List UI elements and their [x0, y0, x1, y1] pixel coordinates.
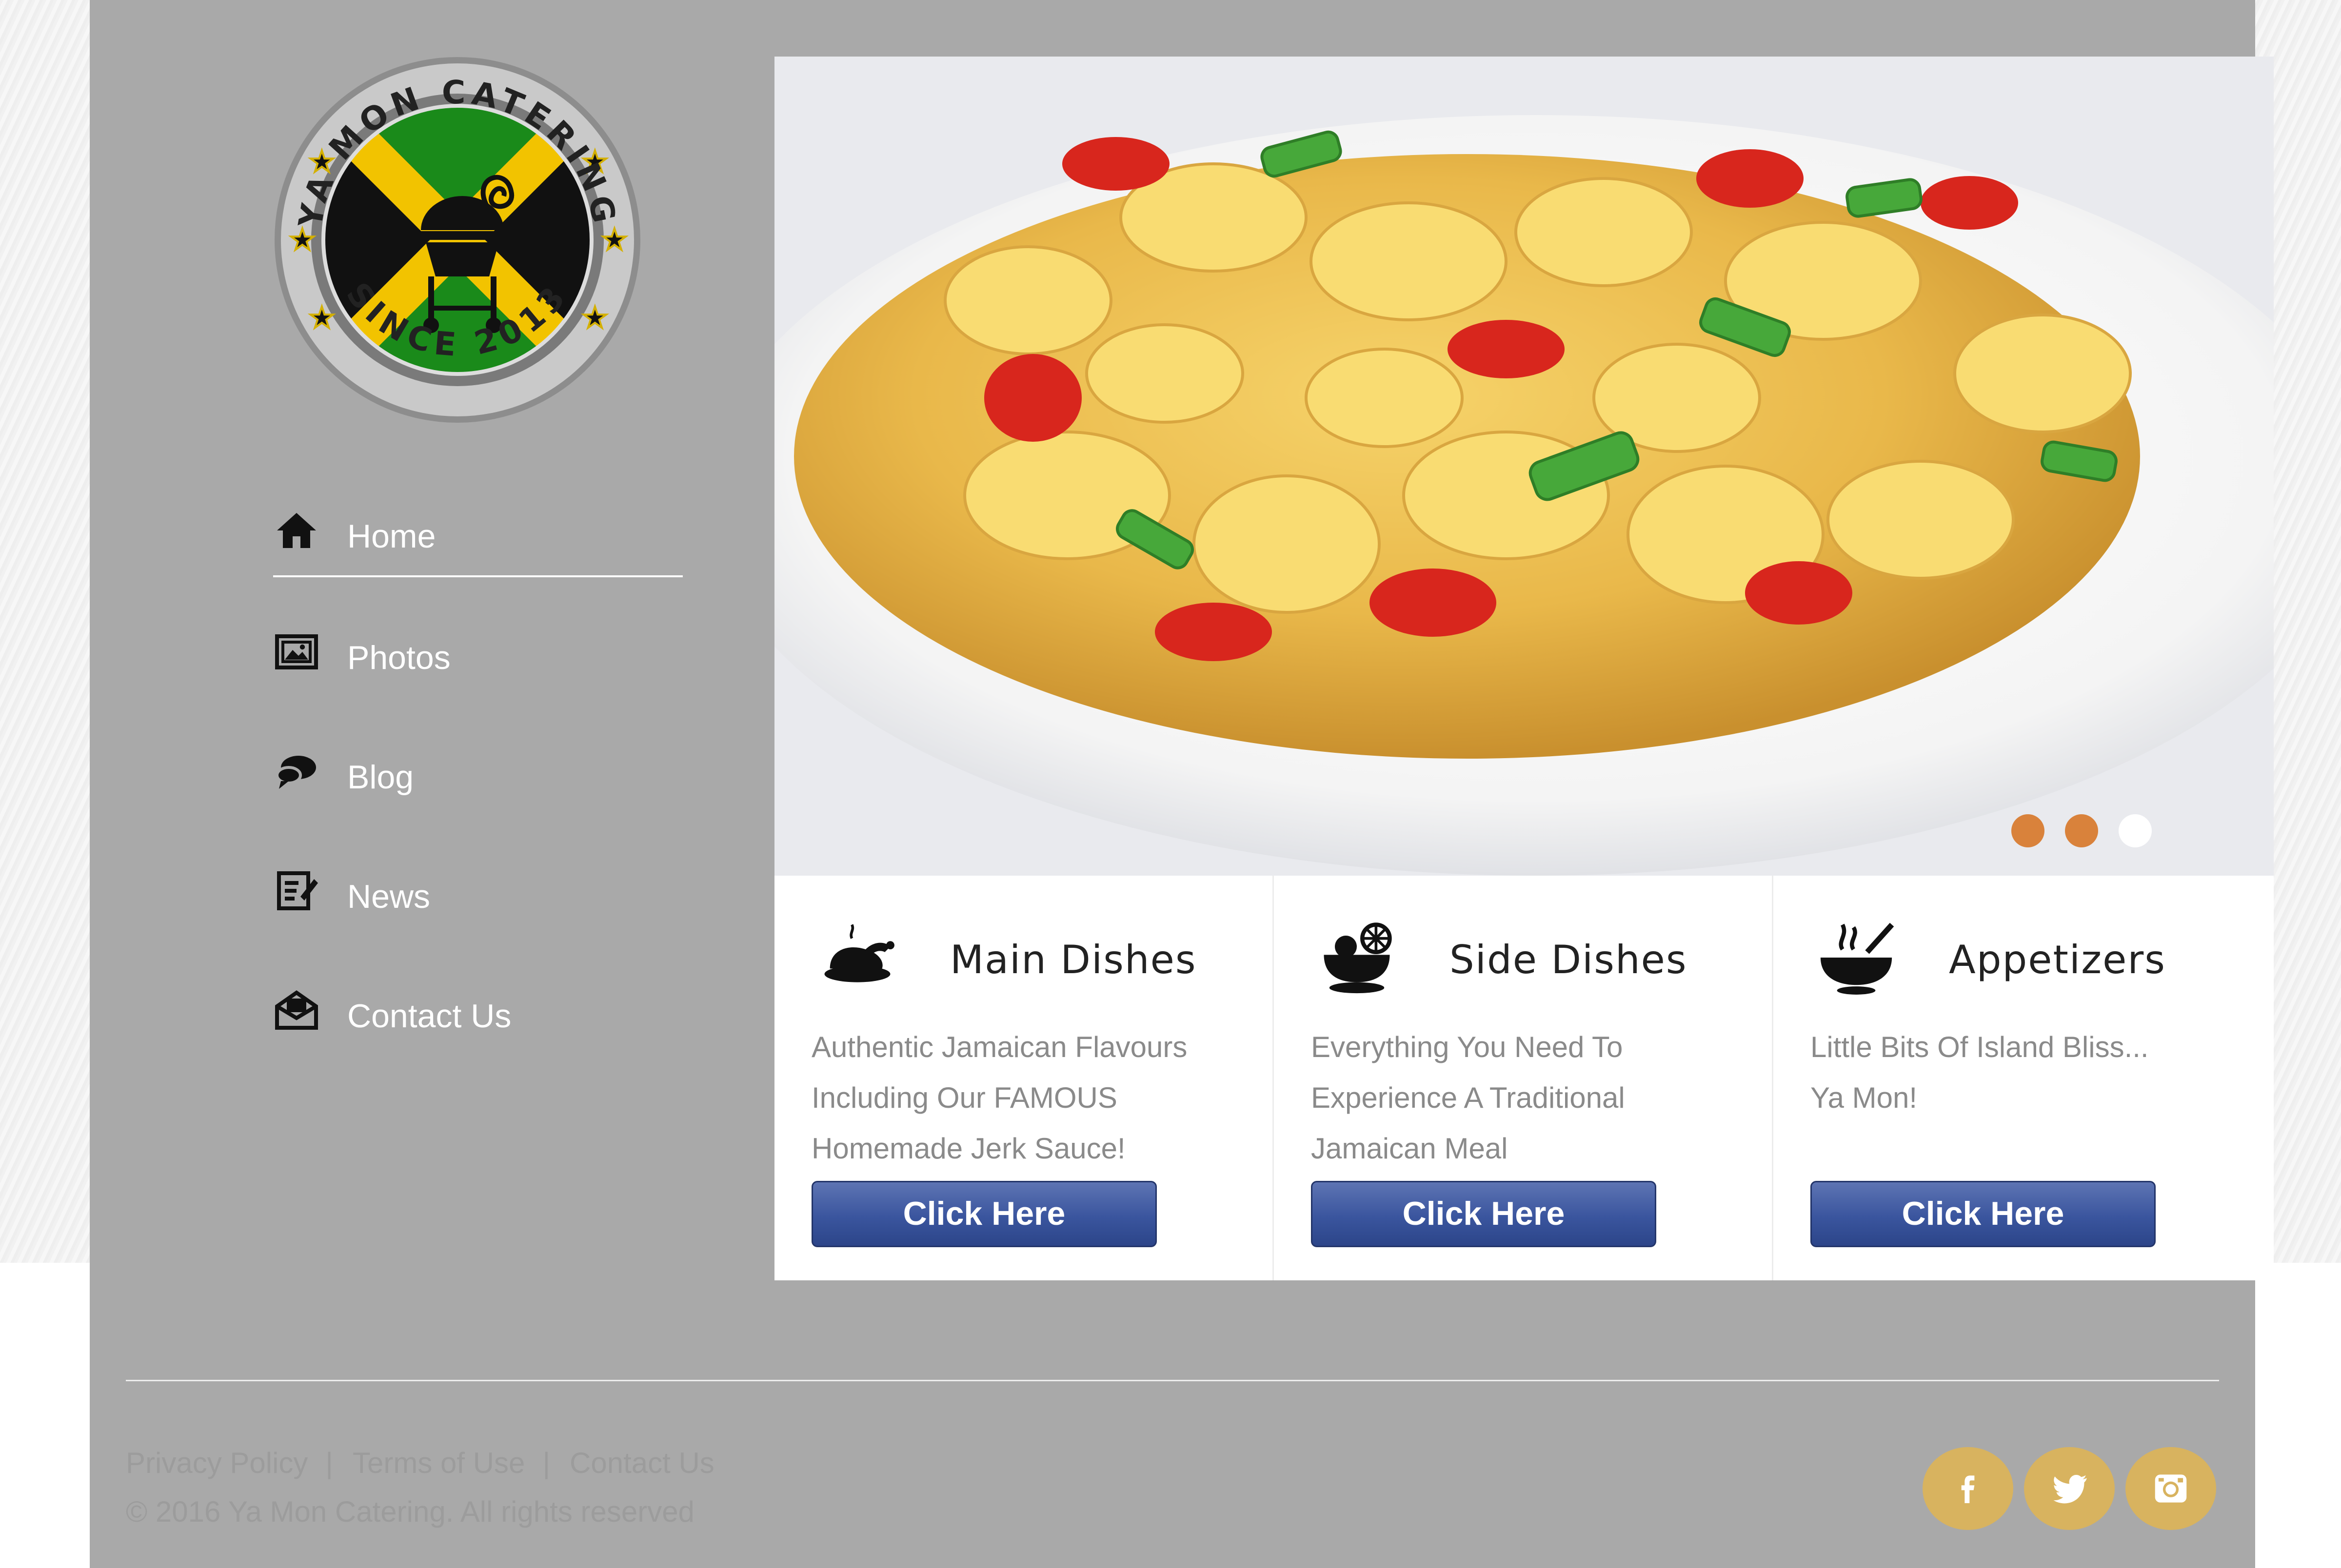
feature-side-dishes: Side Dishes Everything You Need To Exper…: [1274, 876, 1773, 1280]
feature-main-dishes: Main Dishes Authentic Jamaican Flavours …: [774, 876, 1274, 1280]
feature-line: Experience A Traditional: [1311, 1081, 1625, 1114]
instagram-button[interactable]: [2125, 1447, 2216, 1530]
hero-slider[interactable]: [774, 57, 2274, 876]
roast-chicken-icon: [824, 924, 894, 982]
social-links: [1923, 1447, 2216, 1530]
feature-description: Authentic Jamaican Flavours Including Ou…: [812, 1022, 1241, 1174]
feature-title: Side Dishes: [1449, 937, 1687, 982]
nav-item-photos[interactable]: Photos: [273, 619, 683, 738]
photo-icon: [275, 634, 318, 669]
footer-separator: |: [542, 1447, 551, 1479]
feature-description: Little Bits Of Island Bliss... Ya Mon!: [1810, 1022, 2240, 1123]
slider-dot-3[interactable]: [2119, 814, 2152, 847]
footer-separator: |: [325, 1447, 334, 1479]
feature-cards: Main Dishes Authentic Jamaican Flavours …: [774, 876, 2274, 1280]
side-dishes-button[interactable]: Click Here: [1311, 1181, 1656, 1247]
nav-label-blog: Blog: [347, 759, 414, 796]
svg-text:★: ★: [309, 301, 335, 334]
footer-links: Privacy Policy | Terms of Use | Contact Us: [126, 1446, 714, 1480]
slider-dot-2[interactable]: [2065, 814, 2098, 847]
feature-line: Jamaican Meal: [1311, 1132, 1508, 1165]
feature-title: Main Dishes: [950, 937, 1197, 982]
feature-description: Everything You Need To Experience A Trad…: [1311, 1022, 1740, 1174]
appetizers-button[interactable]: Click Here: [1810, 1181, 2156, 1247]
nav-label-photos: Photos: [347, 639, 451, 676]
twitter-button[interactable]: [2024, 1447, 2115, 1530]
footer-link-contact[interactable]: Contact Us: [570, 1447, 714, 1479]
brand-logo[interactable]: ★ ★ ★ ★ ★ ★ YA MON CATERING SINCE 2013: [258, 55, 657, 425]
footer-divider: [126, 1380, 2219, 1381]
home-icon: [277, 513, 316, 548]
instagram-icon: [2155, 1474, 2187, 1503]
footer-link-privacy[interactable]: Privacy Policy: [126, 1447, 308, 1479]
feature-line: Authentic Jamaican Flavours: [812, 1031, 1188, 1063]
feature-line: Everything You Need To: [1311, 1031, 1623, 1063]
news-icon: [277, 871, 318, 910]
nav-item-blog[interactable]: Blog: [273, 738, 683, 858]
salad-bowl-icon: [1324, 922, 1392, 994]
footer-link-terms[interactable]: Terms of Use: [353, 1447, 525, 1479]
hero-food-image: [774, 57, 2274, 876]
copyright-text: © 2016 Ya Mon Catering. All rights reser…: [126, 1495, 694, 1528]
nav-item-news[interactable]: News: [273, 858, 683, 977]
feature-line: Ya Mon!: [1810, 1081, 1917, 1114]
slider-dot-1[interactable]: [2011, 814, 2044, 847]
chat-icon: [276, 756, 316, 789]
svg-text:★: ★: [289, 223, 316, 256]
steaming-bowl-icon: [1820, 922, 1894, 995]
page-panel: ★ ★ ★ ★ ★ ★ YA MON CATERING SINCE 2013 H…: [90, 0, 2274, 1568]
slider-dots: [2011, 814, 2152, 847]
main-dishes-button[interactable]: Click Here: [812, 1181, 1157, 1247]
envelope-icon: [275, 990, 318, 1030]
nav-label-news: News: [347, 878, 431, 915]
svg-text:★: ★: [601, 223, 628, 256]
feature-line: Including Our FAMOUS: [812, 1081, 1117, 1114]
twitter-icon: [2053, 1474, 2087, 1504]
facebook-button[interactable]: [1923, 1447, 2013, 1530]
sidebar-nav: Home Photos Blog News Contact Us: [273, 497, 683, 1097]
nav-item-home[interactable]: Home: [273, 497, 683, 577]
nav-item-contact[interactable]: Contact Us: [273, 977, 683, 1097]
facebook-icon: [1961, 1475, 1975, 1503]
nav-label-home: Home: [347, 518, 436, 555]
feature-line: Little Bits Of Island Bliss...: [1810, 1031, 2149, 1063]
feature-appetizers: Appetizers Little Bits Of Island Bliss..…: [1773, 876, 2273, 1280]
feature-title: Appetizers: [1949, 937, 2166, 982]
svg-text:★: ★: [582, 301, 608, 334]
nav-label-contact: Contact Us: [347, 998, 512, 1035]
feature-line: Homemade Jerk Sauce!: [812, 1132, 1126, 1165]
